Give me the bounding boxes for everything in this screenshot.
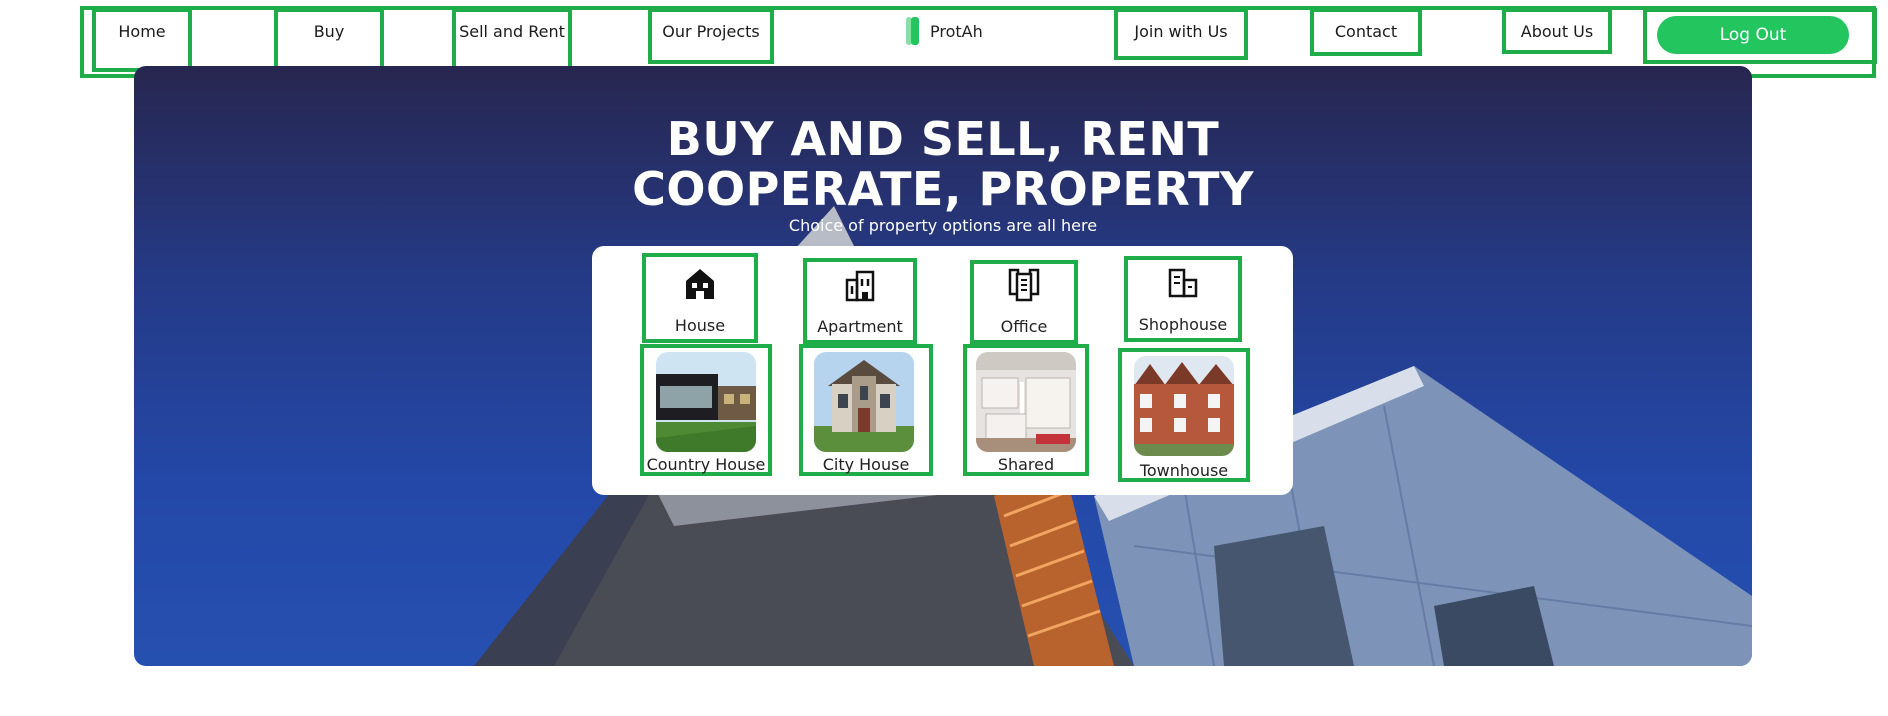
hero-subtitle: Choice of property options are all here — [788, 216, 1098, 235]
townhouse-label: Townhouse — [1139, 461, 1229, 480]
office-icon — [1008, 268, 1040, 302]
property-type-country-house[interactable]: Country House — [640, 344, 772, 476]
townhouse-photo — [1134, 356, 1234, 456]
country-house-label: Country House — [646, 455, 766, 474]
property-type-townhouse[interactable]: Townhouse — [1118, 348, 1250, 482]
property-type-shared[interactable]: Shared — [963, 344, 1089, 476]
city-house-label: City House — [822, 455, 910, 474]
hero-title: BUY AND SELL, RENT COOPERATE, PROPERTY — [134, 114, 1752, 214]
logout-button[interactable]: Log Out — [1657, 16, 1849, 54]
brand-leaf-icon — [906, 17, 920, 45]
nav-home[interactable]: Home — [92, 8, 192, 72]
nav-contact[interactable]: Contact — [1310, 8, 1422, 56]
property-type-city-house[interactable]: City House — [799, 344, 933, 476]
category-house[interactable]: House — [642, 253, 758, 343]
nav-about-us[interactable]: About Us — [1502, 8, 1612, 54]
category-office[interactable]: Office — [970, 260, 1078, 344]
hero-title-line1: BUY AND SELL, RENT — [666, 112, 1220, 166]
house-icon — [686, 269, 714, 299]
brand-logo[interactable]: ProtAh — [906, 16, 983, 46]
hero-title-line2: COOPERATE, PROPERTY — [632, 162, 1254, 216]
brand-name: ProtAh — [930, 21, 983, 41]
nav-sell-and-rent[interactable]: Sell and Rent — [452, 8, 572, 70]
city-house-photo — [814, 352, 914, 452]
shared-room-photo — [976, 352, 1076, 452]
nav-our-projects[interactable]: Our Projects — [648, 8, 774, 64]
category-shophouse[interactable]: Shophouse — [1124, 256, 1242, 342]
nav-join-with-us[interactable]: Join with Us — [1114, 8, 1248, 60]
category-house-label: House — [674, 316, 726, 335]
logout-container: Log Out — [1643, 8, 1877, 64]
shared-label: Shared — [997, 455, 1055, 474]
apartment-icon — [845, 270, 875, 302]
category-apartment[interactable]: Apartment — [803, 258, 917, 344]
category-apartment-label: Apartment — [817, 317, 903, 336]
country-house-photo — [656, 352, 756, 452]
shophouse-icon — [1168, 268, 1198, 298]
category-shophouse-label: Shophouse — [1138, 315, 1228, 334]
nav-buy[interactable]: Buy — [274, 8, 384, 70]
category-office-label: Office — [1000, 317, 1048, 336]
